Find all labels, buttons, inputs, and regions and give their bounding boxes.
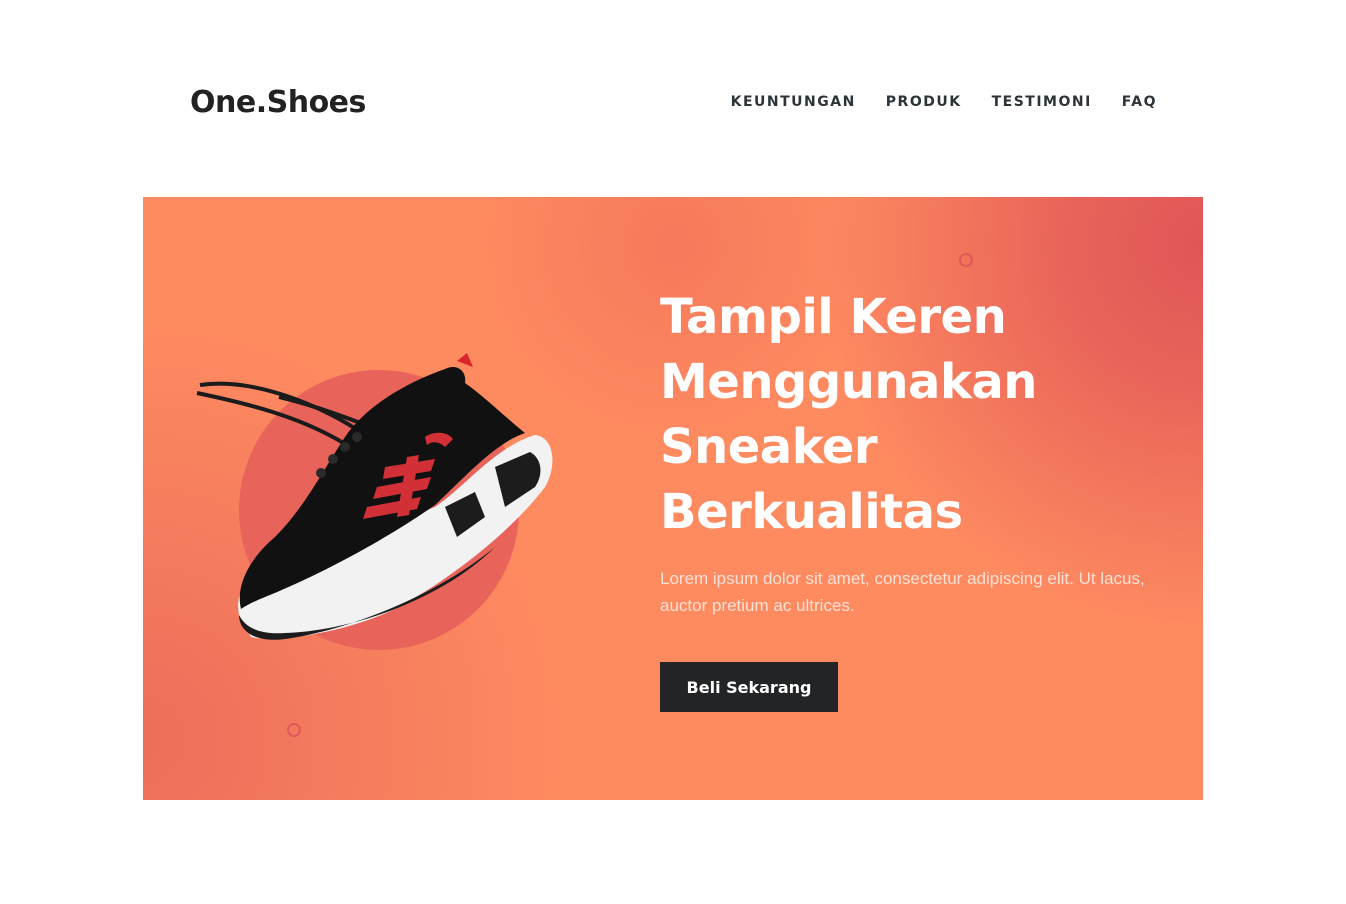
hero-headline: Tampil Keren Menggunakan Sneaker Berkual…: [660, 289, 1037, 540]
nav-item-produk[interactable]: PRODUK: [886, 93, 962, 111]
buy-now-button[interactable]: Beli Sekarang: [660, 662, 838, 712]
nav-item-testimoni[interactable]: TESTIMONI: [992, 93, 1092, 111]
nav-item-faq[interactable]: FAQ: [1122, 93, 1157, 111]
nav-item-keuntungan[interactable]: KEUNTUNGAN: [731, 93, 856, 111]
logo[interactable]: One.Shoes: [190, 84, 366, 122]
decorative-ring-top: [959, 253, 973, 267]
decorative-ring-bottom: [287, 723, 301, 737]
hero-description: Lorem ipsum dolor sit amet, consectetur …: [660, 569, 1145, 615]
sneaker-image: [196, 353, 553, 640]
hero-banner: Tampil Keren Menggunakan Sneaker Berkual…: [143, 197, 1203, 800]
main-nav: KEUNTUNGAN PRODUK TESTIMONI FAQ: [731, 93, 1157, 111]
